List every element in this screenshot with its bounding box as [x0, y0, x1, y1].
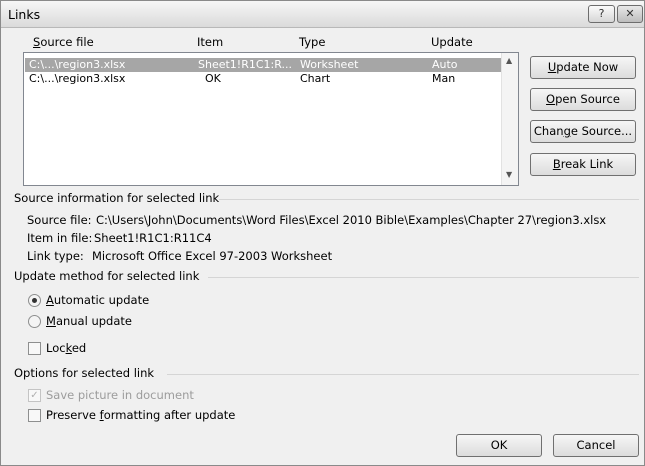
options-heading: Options for selected link	[14, 366, 155, 380]
title-bar: Links ? ✕	[1, 1, 644, 28]
source-file-label: Source file:	[27, 213, 92, 227]
link-type-label: Link type:	[27, 249, 84, 263]
list-scrollbar[interactable]: ▲ ▼	[501, 53, 518, 185]
change-source-button[interactable]: Change Source...	[530, 120, 636, 143]
ok-button[interactable]: OK	[456, 434, 542, 457]
link-type-info: Link type: Microsoft Office Excel 97-2003…	[27, 249, 332, 263]
source-file-info: Source file: C:\Users\John\Documents\Word…	[27, 213, 606, 227]
cell-item: Sheet1!R1C1:R...	[198, 58, 292, 71]
automatic-update-radio[interactable]	[28, 294, 41, 307]
cell-type: Worksheet	[300, 58, 359, 71]
header-type[interactable]: Type	[299, 35, 325, 49]
source-file-value: C:\Users\John\Documents\Word Files\Excel…	[96, 213, 607, 227]
link-type-value: Microsoft Office Excel 97-2003 Worksheet	[92, 249, 333, 263]
item-value: Sheet1!R1C1:R11C4	[94, 231, 212, 245]
locked-checkbox[interactable]	[28, 342, 41, 355]
cell-source: C:\...\region3.xlsx	[29, 72, 126, 85]
update-method-heading: Update method for selected link	[14, 269, 200, 283]
manual-update-label[interactable]: Manual update	[46, 314, 132, 328]
links-dialog: Links ? ✕ Source file Item Type Update C…	[0, 0, 645, 466]
link-row-1[interactable]: C:\...\region3.xlsx Sheet1!R1C1:R... Wor…	[25, 58, 503, 72]
links-listbox[interactable]: C:\...\region3.xlsx Sheet1!R1C1:R... Wor…	[23, 52, 519, 186]
scroll-up-icon[interactable]: ▲	[506, 56, 512, 65]
header-update[interactable]: Update	[431, 35, 473, 49]
link-row-2[interactable]: C:\...\region3.xlsx OK Chart Man	[25, 72, 503, 86]
cancel-button[interactable]: Cancel	[553, 434, 639, 457]
save-picture-checkbox[interactable]: ✓	[28, 389, 41, 402]
update-method-divider	[208, 277, 639, 278]
header-item[interactable]: Item	[197, 35, 223, 49]
radio-selected-dot	[32, 298, 37, 303]
question-mark-icon: ?	[598, 7, 605, 20]
cell-update: Man	[432, 72, 456, 85]
break-link-button[interactable]: Break Link	[530, 153, 636, 176]
automatic-update-label[interactable]: Automatic update	[46, 293, 149, 307]
locked-label[interactable]: Locked	[46, 341, 86, 355]
item-info: Item in file: Sheet1!R1C1:R11C4	[27, 231, 212, 245]
cell-source: C:\...\region3.xlsx	[29, 58, 126, 71]
source-info-heading: Source information for selected link	[14, 191, 220, 205]
cell-item: OK	[205, 72, 221, 85]
source-info-divider	[219, 199, 639, 200]
preserve-formatting-checkbox[interactable]	[28, 409, 41, 422]
item-label: Item in file:	[27, 231, 93, 245]
dialog-title: Links	[8, 7, 41, 22]
manual-update-radio[interactable]	[28, 315, 41, 328]
cell-update: Auto	[432, 58, 458, 71]
open-source-button[interactable]: Open Source	[530, 88, 636, 111]
scroll-down-icon[interactable]: ▼	[506, 170, 512, 179]
cell-type: Chart	[300, 72, 331, 85]
update-now-button[interactable]: Update Now	[530, 56, 636, 79]
options-divider	[167, 374, 639, 375]
help-button[interactable]: ?	[588, 5, 615, 23]
checkmark-icon: ✓	[30, 390, 39, 401]
save-picture-label: Save picture in document	[46, 388, 194, 402]
close-icon: ✕	[625, 7, 635, 20]
close-button[interactable]: ✕	[617, 5, 643, 23]
preserve-formatting-label[interactable]: Preserve formatting after update	[46, 408, 235, 422]
header-source-file[interactable]: Source file	[33, 35, 94, 49]
